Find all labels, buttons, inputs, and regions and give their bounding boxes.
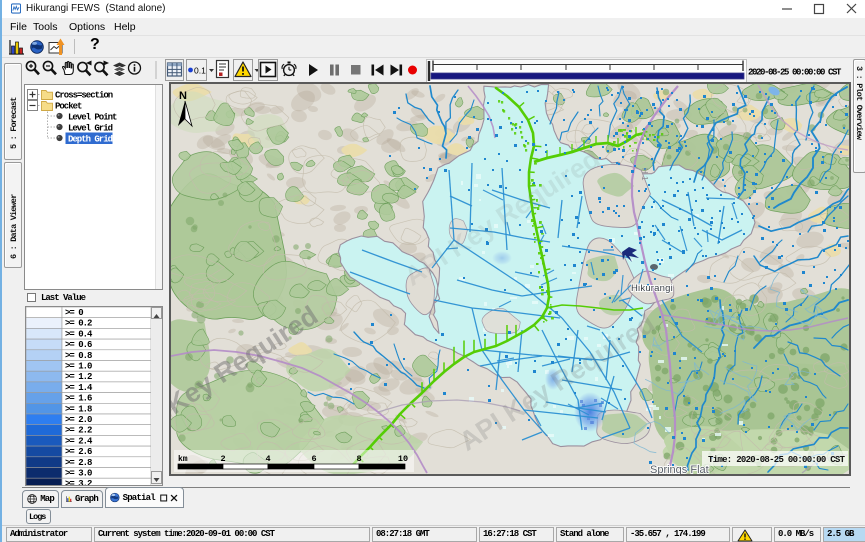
svg-text:Level Grid: Level Grid: [68, 124, 113, 134]
svg-text:10: 10: [398, 454, 408, 464]
svg-text:0.1: 0.1: [194, 66, 206, 76]
svg-text:>= 0.8: >= 0.8: [65, 351, 92, 361]
svg-text:km: km: [178, 455, 188, 464]
svg-text:H 1: H 1: [640, 168, 649, 181]
svg-text:6: 6: [311, 454, 316, 464]
svg-text:>= 3.2: >= 3.2: [65, 479, 92, 486]
svg-text:Pocket: Pocket: [55, 102, 82, 112]
svg-text:>= 2.0: >= 2.0: [65, 415, 92, 425]
svg-text:Time: 2020-08-25 00:00:00 CST: Time: 2020-08-25 00:00:00 CST: [708, 455, 846, 465]
svg-text:>= 2.2: >= 2.2: [65, 426, 92, 436]
svg-text:Hikurangi: Hikurangi: [631, 283, 673, 294]
svg-text:Depth Grid: Depth Grid: [68, 135, 113, 145]
svg-text:2: 2: [220, 454, 225, 464]
svg-text:Springs Flat: Springs Flat: [650, 464, 709, 474]
svg-text:N: N: [179, 90, 187, 102]
svg-text:>= 2.6: >= 2.6: [65, 447, 92, 457]
svg-text:8: 8: [356, 454, 361, 464]
svg-text:>= 0: >= 0: [65, 308, 83, 318]
svg-text:>= 1.6: >= 1.6: [65, 394, 92, 404]
svg-text:>= 1.4: >= 1.4: [65, 383, 93, 393]
svg-text:>= 1.2: >= 1.2: [65, 372, 92, 382]
svg-text:Level Point: Level Point: [68, 113, 117, 123]
svg-text:>= 2.8: >= 2.8: [65, 458, 92, 468]
svg-text:Cross=section: Cross=section: [55, 91, 113, 101]
svg-text:>= 1.8: >= 1.8: [65, 404, 92, 414]
svg-text:>= 3.0: >= 3.0: [65, 469, 92, 479]
svg-text:2020-08-25 00:00:00 CST: 2020-08-25 00:00:00 CST: [748, 68, 842, 78]
svg-text:>= 2.4: >= 2.4: [65, 436, 93, 446]
svg-text:>= 0.6: >= 0.6: [65, 340, 92, 350]
svg-text:>= 1.0: >= 1.0: [65, 362, 92, 372]
svg-text:>= 0.4: >= 0.4: [65, 329, 93, 339]
svg-text:>= 0.2: >= 0.2: [65, 319, 92, 329]
svg-text:4: 4: [265, 454, 270, 464]
